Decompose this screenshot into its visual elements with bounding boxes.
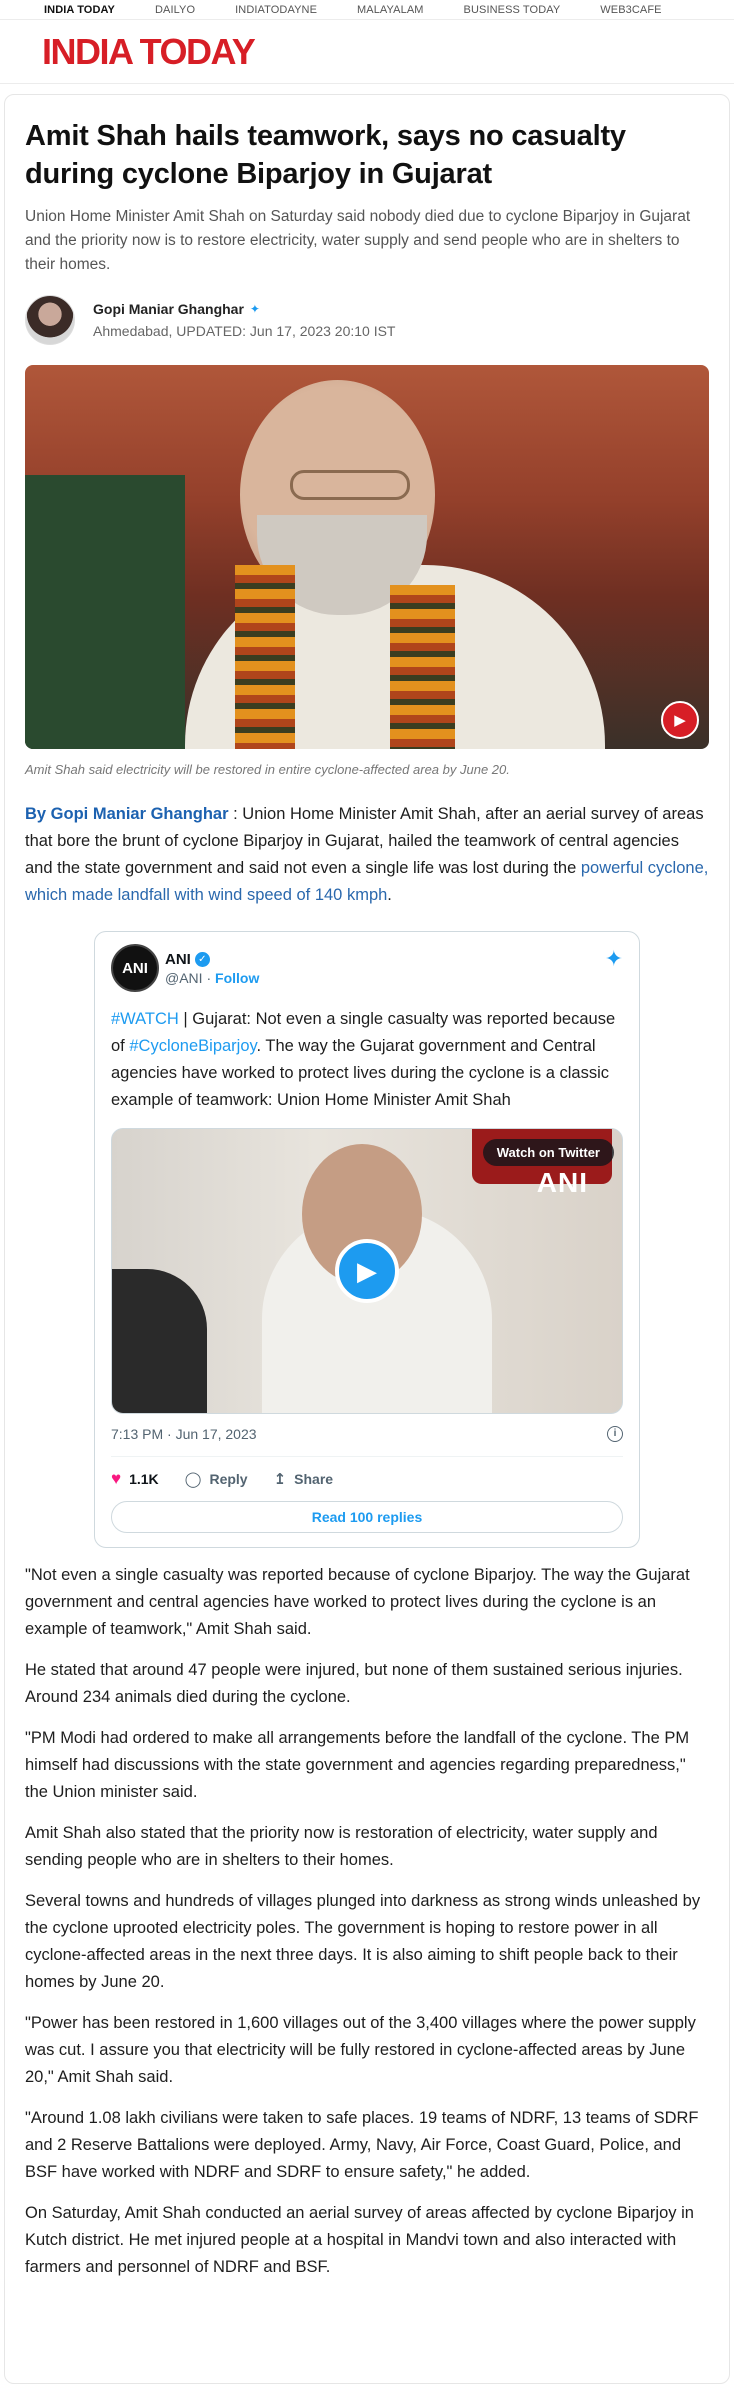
hero-stole-right <box>390 585 455 749</box>
read-replies-button[interactable]: Read 100 replies <box>111 1501 623 1533</box>
lead-end: . <box>387 886 392 904</box>
author-name[interactable]: Gopi Maniar Ghanghar ✦ <box>93 301 395 317</box>
body-paragraph: On Saturday, Amit Shah conducted an aeri… <box>25 2204 694 2276</box>
reply-button[interactable]: ◯ Reply <box>185 1470 248 1488</box>
reply-icon: ◯ <box>184 1471 202 1488</box>
twitter-bird-icon[interactable]: ✦ <box>605 946 623 972</box>
hero-glasses-shape <box>290 470 410 500</box>
hashtag-cyclonebiparjoy[interactable]: #CycloneBiparjoy <box>129 1037 256 1055</box>
hero-chair-shape <box>25 475 185 749</box>
author-avatar[interactable] <box>25 295 75 345</box>
share-button[interactable]: ↥ Share <box>274 1470 334 1488</box>
author-name-text[interactable]: Gopi Maniar Ghanghar <box>93 301 244 317</box>
ani-avatar-text: ANI <box>122 959 148 977</box>
twitter-bird-icon[interactable]: ✦ <box>250 302 260 316</box>
article-updated: UPDATED: Jun 17, 2023 20:10 IST <box>176 323 396 339</box>
body-paragraph: "PM Modi had ordered to make all arrange… <box>25 1729 690 1801</box>
reply-label: Reply <box>209 1471 248 1487</box>
tweet-timestamp[interactable]: 7:13 PM · Jun 17, 2023 <box>111 1426 257 1442</box>
tweet-handle-row: @ANI · Follow <box>165 969 260 986</box>
tweet-name[interactable]: ANI <box>165 951 191 968</box>
nav-link-business-today[interactable]: BUSINESS TODAY <box>464 4 561 16</box>
article-standfirst: Union Home Minister Amit Shah on Saturda… <box>25 208 691 273</box>
nav-link-indiatodayne[interactable]: INDIATODAYNE <box>235 4 317 16</box>
nav-link-malayalam[interactable]: MALAYALAM <box>357 4 424 16</box>
body-paragraph: "Around 1.08 lakh civilians were taken t… <box>25 2109 699 2181</box>
tweet-account-name[interactable]: ANI ✓ <box>165 951 259 968</box>
play-icon[interactable]: ▶ <box>335 1239 399 1303</box>
tweet-text: #WATCH | Gujarat: Not even a single casu… <box>111 1006 623 1114</box>
top-navigation: INDIA TODAY DAILYO INDIATODAYNE MALAYALA… <box>0 0 734 20</box>
follow-button[interactable]: Follow <box>215 970 259 986</box>
article-card: Amit Shah hails teamwork, says no casual… <box>4 94 730 2384</box>
video-chair-shape <box>112 1269 207 1413</box>
tweet-header: ANI ANI ✓ @ANI · Follow ✦ <box>111 944 623 992</box>
embedded-tweet: ANI ANI ✓ @ANI · Follow ✦ #WATCH | Gujar… <box>94 931 640 1548</box>
heart-icon: ♥ <box>111 1469 122 1488</box>
hero-stole-left <box>235 565 295 749</box>
nav-link-web3cafe[interactable]: WEB3CAFE <box>600 4 661 16</box>
nav-link-india-today[interactable]: INDIA TODAY <box>44 4 115 16</box>
ani-watermark: ANI <box>536 1167 588 1198</box>
verified-badge-icon: ✓ <box>194 951 210 967</box>
body-paragraph: He stated that around 47 people were inj… <box>25 1661 683 1706</box>
body-paragraph: "Not even a single casualty was reported… <box>25 1566 690 1638</box>
author-link[interactable]: By Gopi Maniar Ghanghar <box>25 805 229 823</box>
image-caption: Amit Shah said electricity will be resto… <box>25 762 510 777</box>
article-meta: Ahmedabad, UPDATED: Jun 17, 2023 20:10 I… <box>93 323 395 339</box>
lead-paragraph: By Gopi Maniar Ghanghar : Union Home Min… <box>25 801 709 909</box>
brand-header: INDIA TODAY <box>0 20 734 84</box>
body-paragraph: Amit Shah also stated that the priority … <box>25 1824 658 1869</box>
india-today-logo[interactable]: INDIA TODAY <box>42 31 256 73</box>
article-headline: Amit Shah hails teamwork, says no casual… <box>25 120 626 190</box>
hashtag-watch[interactable]: #WATCH <box>111 1010 179 1028</box>
body-paragraph: Several towns and hundreds of villages p… <box>25 1892 701 1991</box>
watch-on-twitter-button[interactable]: Watch on Twitter <box>482 1139 614 1166</box>
tweet-handle[interactable]: @ANI <box>165 970 203 986</box>
hero-image[interactable]: ▶ <box>25 365 709 749</box>
share-label: Share <box>294 1471 334 1487</box>
like-count: 1.1K <box>129 1471 159 1487</box>
play-icon[interactable]: ▶ <box>661 701 699 739</box>
info-icon[interactable]: i <box>607 1426 623 1442</box>
article-body: By Gopi Maniar Ghanghar : Union Home Min… <box>25 801 709 2281</box>
article-location: Ahmedabad, <box>93 323 173 339</box>
byline: Gopi Maniar Ghanghar ✦ Ahmedabad, UPDATE… <box>25 293 709 347</box>
ani-avatar[interactable]: ANI <box>111 944 159 992</box>
tweet-timestamp-row: 7:13 PM · Jun 17, 2023 i <box>111 1426 623 1442</box>
tweet-actions: ♥ 1.1K ◯ Reply ↥ Share <box>111 1456 623 1489</box>
tweet-video[interactable]: ANI Watch on Twitter ▶ <box>111 1128 623 1414</box>
share-icon: ↥ <box>273 1471 287 1488</box>
body-paragraph: "Power has been restored in 1,600 villag… <box>25 2014 696 2086</box>
nav-link-dailyo[interactable]: DAILYO <box>155 4 195 16</box>
like-button[interactable]: ♥ 1.1K <box>111 1469 159 1489</box>
